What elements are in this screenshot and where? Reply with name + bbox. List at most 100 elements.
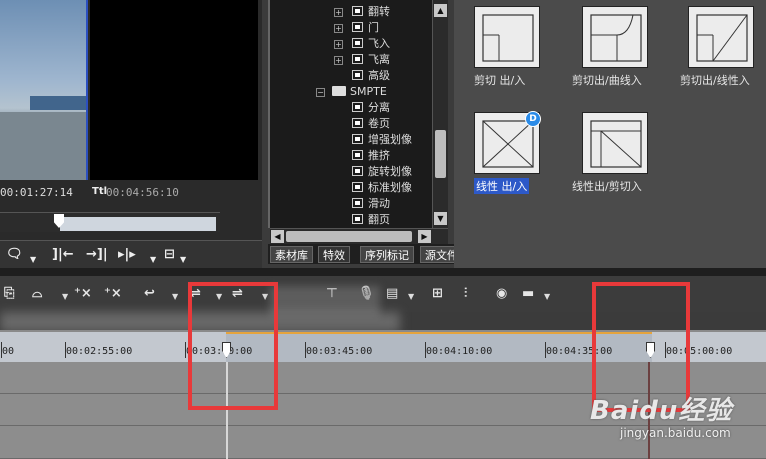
tree-item[interactable]: 推挤 — [352, 148, 390, 164]
tree-item[interactable]: 翻页 — [352, 212, 390, 228]
grid-icon[interactable]: ⊞ — [432, 285, 443, 303]
effect-label: 剪切 出/入 — [474, 74, 526, 87]
color-wheel-icon[interactable]: ◉ — [496, 285, 507, 303]
preview-panel: 00:01:27:14 Ttl 00:04:56:10 🗨 ▼ ]|← →]| … — [0, 0, 262, 268]
effects-tree: + 翻转 + 门 + 飞入 + 飞离 高级 − SMPTE 分离 卷页 增强划像… — [268, 0, 448, 228]
preview-scrubber[interactable] — [0, 212, 220, 232]
effect-folder-icon — [352, 182, 363, 192]
default-badge-icon: D — [525, 111, 541, 127]
match-frame-icon[interactable]: ⊟ — [164, 246, 175, 264]
video-ground — [0, 112, 86, 180]
scroll-thumb[interactable] — [435, 130, 446, 178]
tree-item[interactable]: 滑动 — [352, 196, 390, 212]
curve-transition-icon — [590, 14, 642, 62]
tree-vertical-scrollbar[interactable]: ▲ ▼ — [432, 0, 448, 228]
tree-item[interactable]: 高级 — [352, 68, 390, 84]
total-timecode: 00:04:56:10 — [106, 186, 179, 199]
effect-thumb-cut-out-in[interactable] — [474, 6, 540, 68]
effect-thumb-cut-out-linear-in[interactable] — [688, 6, 754, 68]
scroll-up-icon[interactable]: ▲ — [434, 4, 447, 17]
panel-divider[interactable] — [0, 268, 766, 276]
tree-item[interactable]: 飞离 — [352, 52, 390, 68]
ripple-delete-icon[interactable]: ⁺× — [104, 285, 122, 303]
tree-item[interactable]: 增强划像 — [352, 132, 412, 148]
scroll-left-icon[interactable]: ◀ — [271, 230, 284, 243]
video-preview — [0, 0, 88, 180]
effects-gallery: 剪切 出/入 剪切出/曲线入 剪切出/线性入 D 线性 出/入 线性出/剪切入 — [454, 0, 766, 268]
panel-tabs: 素材库 特效 序列标记 源文件浏览 — [268, 244, 502, 264]
effect-thumb-linear-out-cut-in[interactable] — [582, 112, 648, 174]
scrubber-track[interactable] — [60, 217, 216, 231]
dropdown-icon[interactable]: ▼ — [62, 292, 68, 301]
match-dropdown-icon[interactable]: ▼ — [180, 251, 186, 269]
effect-thumb-cut-out-curve-in[interactable] — [582, 6, 648, 68]
folder-icon — [332, 86, 346, 96]
effect-label: 剪切出/线性入 — [680, 74, 750, 87]
output-monitor-icon[interactable]: 🗨 — [6, 246, 23, 264]
tree-item[interactable]: 飞入 — [352, 36, 390, 52]
tree-item[interactable]: 卷页 — [352, 116, 390, 132]
video-building — [30, 96, 86, 110]
effect-folder-icon — [352, 166, 363, 176]
expand-icon[interactable]: + — [334, 40, 343, 49]
effect-folder-icon — [352, 70, 363, 80]
tab-effects[interactable]: 特效 — [318, 246, 350, 263]
effect-thumb-linear-out-in[interactable]: D — [474, 111, 541, 174]
layout-icon[interactable]: ▬ — [522, 285, 534, 303]
set-out-icon[interactable]: →]| — [86, 246, 108, 264]
set-in-icon[interactable]: ]|← — [52, 246, 74, 264]
effect-folder-icon — [352, 102, 363, 112]
expand-icon[interactable]: + — [334, 24, 343, 33]
watermark-logo: Baidu经验 — [590, 396, 733, 426]
expand-icon[interactable]: + — [334, 56, 343, 65]
tree-item[interactable]: 翻转 — [352, 4, 390, 20]
effect-folder-icon — [352, 22, 363, 32]
tree-item[interactable]: 标准划像 — [352, 180, 412, 196]
undo-icon[interactable]: ↩ — [144, 285, 155, 303]
effect-folder-icon — [352, 134, 363, 144]
dropdown-icon[interactable]: ▼ — [172, 292, 178, 301]
current-timecode: 00:01:27:14 — [0, 186, 73, 199]
play-dropdown-icon[interactable]: ▼ — [150, 251, 156, 269]
watermark-url: jingyan.baidu.com — [620, 426, 731, 440]
effect-folder-icon — [352, 118, 363, 128]
tree-item[interactable]: 分离 — [352, 100, 390, 116]
effect-folder-icon — [352, 198, 363, 208]
paste-icon[interactable]: ⎘ — [4, 285, 14, 303]
bin-icon[interactable]: ⌓ — [32, 285, 42, 303]
tree-item[interactable]: 旋转划像 — [352, 164, 412, 180]
effect-label: 剪切出/曲线入 — [572, 74, 642, 87]
tab-sequence-markers[interactable]: 序列标记 — [360, 246, 414, 263]
tree-item[interactable]: 门 — [352, 20, 379, 36]
scroll-right-icon[interactable]: ▶ — [418, 230, 431, 243]
collapse-icon[interactable]: − — [316, 88, 325, 97]
preview-controls: 🗨 ▼ ]|← →]| ▸|▸ ▼ ⊟ ▼ — [0, 240, 262, 268]
mixer-icon[interactable]: ⫶ — [464, 285, 467, 303]
linear-in-transition-icon — [696, 14, 748, 62]
ruler-tick: 00:04:10:00 — [424, 342, 493, 358]
scroll-thumb[interactable] — [286, 231, 412, 242]
expand-icon[interactable]: + — [334, 8, 343, 17]
render-icon[interactable]: ▤ — [386, 285, 398, 303]
total-label: Ttl — [92, 186, 108, 197]
ruler-tick: 00:02:55:00 — [64, 342, 133, 358]
effect-folder-icon — [352, 214, 363, 224]
effect-folder-icon — [352, 54, 363, 64]
dropdown-icon[interactable]: ▼ — [408, 292, 414, 301]
dropdown-icon[interactable]: ▼ — [544, 292, 550, 301]
output-dropdown-icon[interactable]: ▼ — [30, 251, 36, 269]
ruler-tick: 00 — [0, 342, 15, 358]
scroll-down-icon[interactable]: ▼ — [434, 212, 447, 225]
effect-folder-icon — [352, 38, 363, 48]
effect-label: 线性出/剪切入 — [572, 180, 642, 193]
recorder-screen — [90, 0, 258, 180]
ruler-tick: 00:03:45:00 — [304, 342, 373, 358]
cut-transition-icon — [482, 14, 534, 62]
effect-folder-icon — [352, 150, 363, 160]
tab-asset-bin[interactable]: 素材库 — [270, 246, 313, 263]
split-icon[interactable]: ⁺× — [74, 285, 92, 303]
tree-item-smpte[interactable]: SMPTE — [332, 84, 387, 100]
tree-horizontal-scrollbar[interactable]: ◀ ▶ — [270, 228, 448, 244]
play-in-out-icon[interactable]: ▸|▸ — [118, 246, 136, 264]
linear-out-transition-icon — [590, 120, 642, 168]
